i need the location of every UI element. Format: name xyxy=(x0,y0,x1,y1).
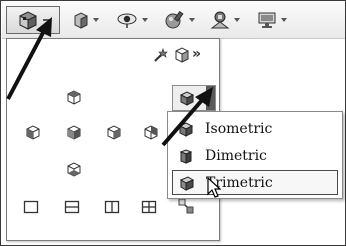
monitor-icon xyxy=(258,12,276,28)
four-view-icon[interactable] xyxy=(141,199,157,215)
hide-show-items-button[interactable] xyxy=(112,7,152,33)
edit-appearance-icon xyxy=(165,11,184,29)
chevron-down-icon xyxy=(281,18,287,22)
apply-scene-button[interactable] xyxy=(206,7,244,33)
more-icon[interactable]: » xyxy=(192,46,201,62)
trimetric-cube-icon xyxy=(179,175,195,191)
callout-arrow-toolbar xyxy=(6,17,52,100)
chevron-down-icon xyxy=(93,18,99,22)
two-view-horizontal-icon[interactable] xyxy=(64,199,80,215)
link-views-icon[interactable] xyxy=(177,197,195,215)
two-view-vertical-icon[interactable] xyxy=(104,199,120,215)
chevron-down-icon xyxy=(189,18,195,22)
callout-arrow-flyout xyxy=(161,87,213,147)
chevron-down-icon xyxy=(234,18,240,22)
dimetric-cube-icon xyxy=(179,148,193,164)
eye-icon xyxy=(117,13,137,28)
chevron-down-icon xyxy=(142,18,148,22)
display-style-button[interactable] xyxy=(70,7,102,33)
bottom-view-icon[interactable] xyxy=(66,161,82,177)
update-standard-views-icon[interactable] xyxy=(174,47,190,63)
left-view-icon[interactable] xyxy=(25,124,41,140)
front-view-icon[interactable] xyxy=(66,124,82,140)
right-view-icon[interactable] xyxy=(106,124,122,140)
view-window: » Isometric Dimetric Trimetric xyxy=(0,0,346,246)
back-view-icon[interactable] xyxy=(143,124,159,140)
new-view-icon[interactable] xyxy=(152,47,168,63)
display-style-icon xyxy=(74,12,88,29)
single-view-icon[interactable] xyxy=(23,199,39,215)
menu-item-trimetric[interactable]: Trimetric xyxy=(172,170,338,195)
edit-appearance-button[interactable] xyxy=(162,7,198,33)
top-view-icon[interactable] xyxy=(66,89,82,105)
menu-item-label: Dimetric xyxy=(205,147,267,164)
view-settings-button[interactable] xyxy=(252,7,292,33)
mouse-pointer-icon xyxy=(207,177,221,198)
apply-scene-icon xyxy=(210,11,230,29)
